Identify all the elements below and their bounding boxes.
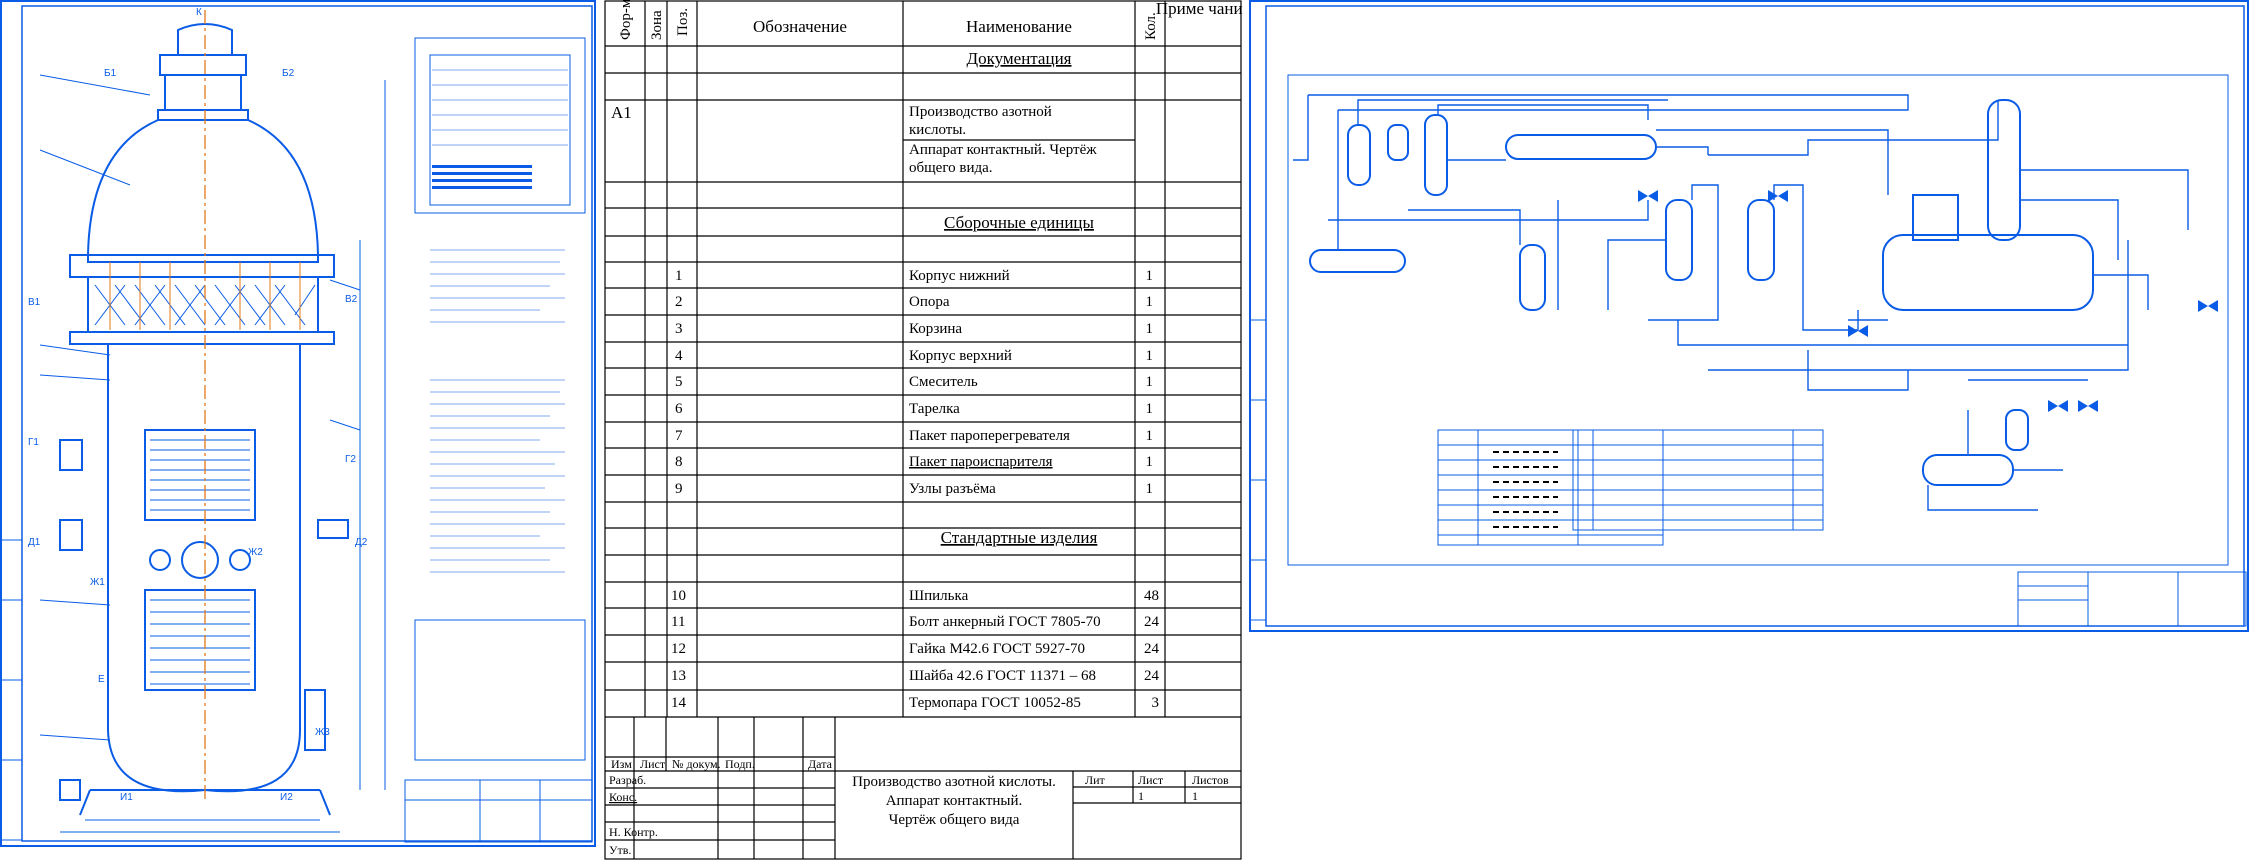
table-row-name: Гайка М42.6 ГОСТ 5927-70 <box>909 641 1085 657</box>
section-assembly: Сборочные единицы <box>944 213 1094 232</box>
doc-format: А1 <box>611 103 632 122</box>
table-row-pos: 1 <box>675 268 683 284</box>
stamp-col-date: Дата <box>808 757 833 771</box>
stamp-col-list: Лист <box>640 757 666 771</box>
label-v1: В1 <box>28 297 41 308</box>
table-row-qty: 1 <box>1146 401 1154 417</box>
table-row-name: Опора <box>909 294 950 310</box>
doc-line-3: Аппарат контактный. Чертёж <box>909 142 1097 158</box>
table-row-pos: 8 <box>675 454 683 470</box>
stamp-role-razrab: Разраб. <box>609 773 646 787</box>
label-b2: Б2 <box>282 68 295 79</box>
header-zone: Зона <box>649 10 665 40</box>
stamp-title-1: Производство азотной кислоты. <box>852 774 1056 790</box>
table-row-pos: 11 <box>671 614 685 630</box>
table-row-pos: 10 <box>671 588 686 604</box>
table-row-pos: 3 <box>675 321 683 337</box>
process-flow-sheet <box>1248 0 2253 861</box>
table-row-pos: 12 <box>671 641 686 657</box>
stamp-col-sign: Подп. <box>725 757 755 771</box>
table-row-name: Шайба 42.6 ГОСТ 11371 – 68 <box>909 668 1096 684</box>
label-k: К <box>196 7 202 18</box>
table-row-qty: 1 <box>1146 294 1154 310</box>
label-g1: Г1 <box>28 437 39 448</box>
table-row-qty: 1 <box>1146 348 1154 364</box>
doc-line-4: общего вида. <box>909 160 993 176</box>
stamp-sheet-label: Лист <box>1138 773 1164 787</box>
table-row-pos: 13 <box>671 668 686 684</box>
process-flow-diagram-icon <box>1249 0 2249 632</box>
table-row-name: Корзина <box>909 321 962 337</box>
table-row-pos: 6 <box>675 401 683 417</box>
table-row-name: Термопара ГОСТ 10052-85 <box>909 695 1081 711</box>
stamp-lit-label: Лит <box>1085 773 1106 787</box>
label-zh1: Ж1 <box>90 577 105 588</box>
table-row-qty: 3 <box>1152 695 1160 711</box>
label-d2: Д2 <box>355 537 368 548</box>
apparatus-drawing-sheet: Б1 Б2 В1 В2 Г1 Г2 Д1 Д2 Е Ж1 Ж2 Ж3 И1 И2… <box>0 0 598 861</box>
doc-line-2: кислоты. <box>909 122 966 138</box>
table-row-qty: 1 <box>1146 454 1154 470</box>
table-row-pos: 9 <box>675 481 683 497</box>
label-i2: И2 <box>280 792 293 803</box>
specification-sheet: Фор-мат Зона Поз. Обозначение Наименован… <box>603 0 1243 861</box>
stamp-sheets-label: Листов <box>1192 773 1229 787</box>
table-row-pos: 5 <box>675 374 683 390</box>
stamp-title-2: Аппарат контактный. <box>886 793 1023 809</box>
table-row-qty: 1 <box>1146 321 1154 337</box>
label-v2: В2 <box>345 294 358 305</box>
table-row-pos: 4 <box>675 348 683 364</box>
label-d1: Д1 <box>28 537 41 548</box>
table-row-name: Болт анкерный ГОСТ 7805-70 <box>909 614 1101 630</box>
table-row-name: Шпилька <box>909 588 969 604</box>
stamp-col-doc: № докум. <box>672 757 721 771</box>
stamp-role-utv: Утв. <box>609 843 631 857</box>
stamp-col-izm: Изм <box>611 757 632 771</box>
table-row-qty: 48 <box>1144 588 1159 604</box>
table-row-name: Смеситель <box>909 374 978 390</box>
header-format: Фор-мат <box>618 0 634 40</box>
table-row-qty: 24 <box>1144 668 1160 684</box>
stamp-role-ncontr: Н. Контр. <box>609 825 658 839</box>
table-row-qty: 24 <box>1144 614 1160 630</box>
label-zh3: Ж3 <box>315 727 330 738</box>
standard-rows: 10 Шпилька 48 11 Болт анкерный ГОСТ 7805… <box>671 588 1160 711</box>
table-row-qty: 24 <box>1144 641 1160 657</box>
header-designation: Обозначение <box>753 17 847 36</box>
label-zh2: Ж2 <box>248 547 263 558</box>
table-row-name: Тарелка <box>909 401 960 417</box>
apparatus-drawing-icon: Б1 Б2 В1 В2 Г1 Г2 Д1 Д2 Е Ж1 Ж2 Ж3 И1 И2… <box>0 0 596 847</box>
doc-line-1: Производство азотной <box>909 104 1052 120</box>
stamp-title-3: Чертёж общего вида <box>889 812 1020 828</box>
stamp-sheets-value: 1 <box>1192 789 1198 803</box>
table-row-name: Пакет пароиспарителя <box>909 454 1053 470</box>
section-standard: Стандартные изделия <box>941 528 1098 547</box>
label-e: Е <box>98 674 105 685</box>
table-row-name: Пакет пароперегревателя <box>909 428 1070 444</box>
label-i1: И1 <box>120 792 133 803</box>
header-name: Наименование <box>966 17 1072 36</box>
table-row-name: Узлы разъёма <box>909 481 996 497</box>
table-row-name: Корпус нижний <box>909 268 1010 284</box>
table-row-pos: 2 <box>675 294 683 310</box>
table-row-pos: 14 <box>671 695 687 711</box>
table-row-qty: 1 <box>1146 481 1154 497</box>
assembly-rows: 1 Корпус нижний 1 2 Опора 1 3 Корзина 1 … <box>675 268 1153 497</box>
table-row-qty: 1 <box>1146 268 1154 284</box>
stamp-role-kons: Конс. <box>609 790 637 804</box>
section-documentation: Документация <box>967 49 1072 68</box>
table-row-qty: 1 <box>1146 374 1154 390</box>
table-row-qty: 1 <box>1146 428 1154 444</box>
header-pos: Поз. <box>675 8 691 36</box>
label-b1: Б1 <box>104 68 117 79</box>
header-note: Приме чание <box>1156 0 1243 18</box>
stamp-sheet-value: 1 <box>1138 789 1144 803</box>
label-g2: Г2 <box>345 454 356 465</box>
table-row-pos: 7 <box>675 428 683 444</box>
table-row-name: Корпус верхний <box>909 348 1012 364</box>
